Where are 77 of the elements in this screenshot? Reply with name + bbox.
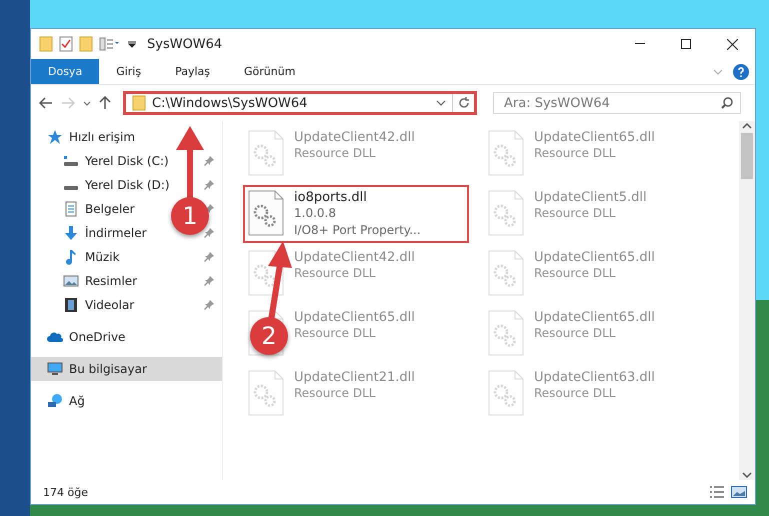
dropdown-icon[interactable] <box>127 39 137 49</box>
ribbon-tab[interactable]: Dosya <box>31 59 100 84</box>
nav-item[interactable]: Müzik <box>31 245 222 269</box>
chevron-down-icon <box>83 100 91 106</box>
minimize-icon <box>635 43 645 45</box>
file-gears-icon <box>488 190 524 236</box>
file-gears-icon <box>248 130 284 176</box>
file-gears-icon <box>488 130 524 176</box>
file-gears-icon <box>248 370 284 416</box>
pin-icon <box>204 252 214 262</box>
refresh-icon <box>458 97 470 109</box>
item-count: 174 öğe <box>43 486 89 498</box>
picture-icon <box>63 273 79 289</box>
nav-item[interactable]: Resimler <box>31 269 222 293</box>
up-button[interactable] <box>99 96 111 110</box>
network-icon <box>47 393 63 409</box>
chevron-down-icon[interactable] <box>742 470 752 480</box>
nav-item[interactable]: Ağ <box>31 389 222 413</box>
back-button[interactable] <box>39 97 53 109</box>
up-arrow-icon <box>99 96 111 110</box>
file-detail: Resource DLL <box>534 325 616 342</box>
file-detail: Resource DLL <box>534 385 616 402</box>
pin-icon <box>204 300 214 310</box>
document-icon <box>63 201 79 217</box>
nav-item[interactable]: Hızlı erişim <box>31 125 222 149</box>
file-gears-icon <box>248 190 284 236</box>
tiles-view-icon[interactable] <box>731 486 747 498</box>
nav-item[interactable]: OneDrive <box>31 325 222 349</box>
monitor-icon <box>47 361 63 377</box>
file-gears-icon <box>488 310 524 356</box>
address-field[interactable]: C:\Windows\SysWOW64 <box>123 91 477 115</box>
file-detail: I/O8+ Port Property... <box>294 222 421 239</box>
file-detail: Resource DLL <box>294 385 376 402</box>
ribbon-tab[interactable]: Görünüm <box>227 59 312 84</box>
music-note-icon <box>63 249 79 265</box>
nav-item[interactable]: Yerel Disk (C:) <box>31 149 222 173</box>
chevron-down-icon[interactable] <box>436 100 446 106</box>
file-detail: Resource DLL <box>534 265 616 282</box>
forward-arrow-icon <box>61 97 75 109</box>
file-detail: Resource DLL <box>534 145 616 162</box>
maximize-icon <box>681 39 691 49</box>
file-gears-icon <box>488 370 524 416</box>
pin-icon <box>204 156 214 166</box>
list-view-icon[interactable] <box>99 37 121 51</box>
ribbon-tab[interactable]: Giriş <box>99 59 158 84</box>
file-detail: Resource DLL <box>534 205 616 222</box>
pin-icon <box>204 276 214 286</box>
pin-icon <box>204 228 214 238</box>
window-title: SysWOW64 <box>147 36 224 52</box>
recent-dropdown[interactable] <box>83 100 91 106</box>
drive-icon <box>63 153 79 169</box>
details-view-icon[interactable] <box>709 486 725 498</box>
ribbon-tab[interactable]: Paylaş <box>158 59 227 84</box>
file-detail: Resource DLL <box>294 145 376 162</box>
down-arrow-icon <box>63 225 79 241</box>
nav-item[interactable]: Bu bilgisayar <box>31 357 222 381</box>
pin-icon <box>204 180 214 190</box>
file-gears-icon <box>488 250 524 296</box>
properties-icon[interactable] <box>59 36 73 52</box>
help-icon[interactable] <box>733 64 749 80</box>
nav-item[interactable]: Videolar <box>31 293 222 317</box>
scrollbar-thumb[interactable] <box>741 133 753 179</box>
scrollbar[interactable] <box>739 121 755 480</box>
folder-icon <box>132 95 146 111</box>
star-icon <box>47 129 63 145</box>
search-icon <box>721 97 733 109</box>
nav-item[interactable]: Yerel Disk (D:) <box>31 173 222 197</box>
chevron-up-icon[interactable] <box>742 121 752 131</box>
file-detail: 1.0.0.8 <box>294 205 337 222</box>
file-detail: Resource DLL <box>294 265 376 282</box>
close-icon <box>726 38 738 50</box>
file-name[interactable]: io8ports.dll <box>294 190 421 205</box>
film-icon <box>63 297 79 313</box>
back-arrow-icon <box>39 97 53 109</box>
search-field[interactable]: Ara: SysWOW64 <box>493 92 741 114</box>
file-detail: Resource DLL <box>294 325 376 342</box>
drive-icon <box>63 186 79 190</box>
